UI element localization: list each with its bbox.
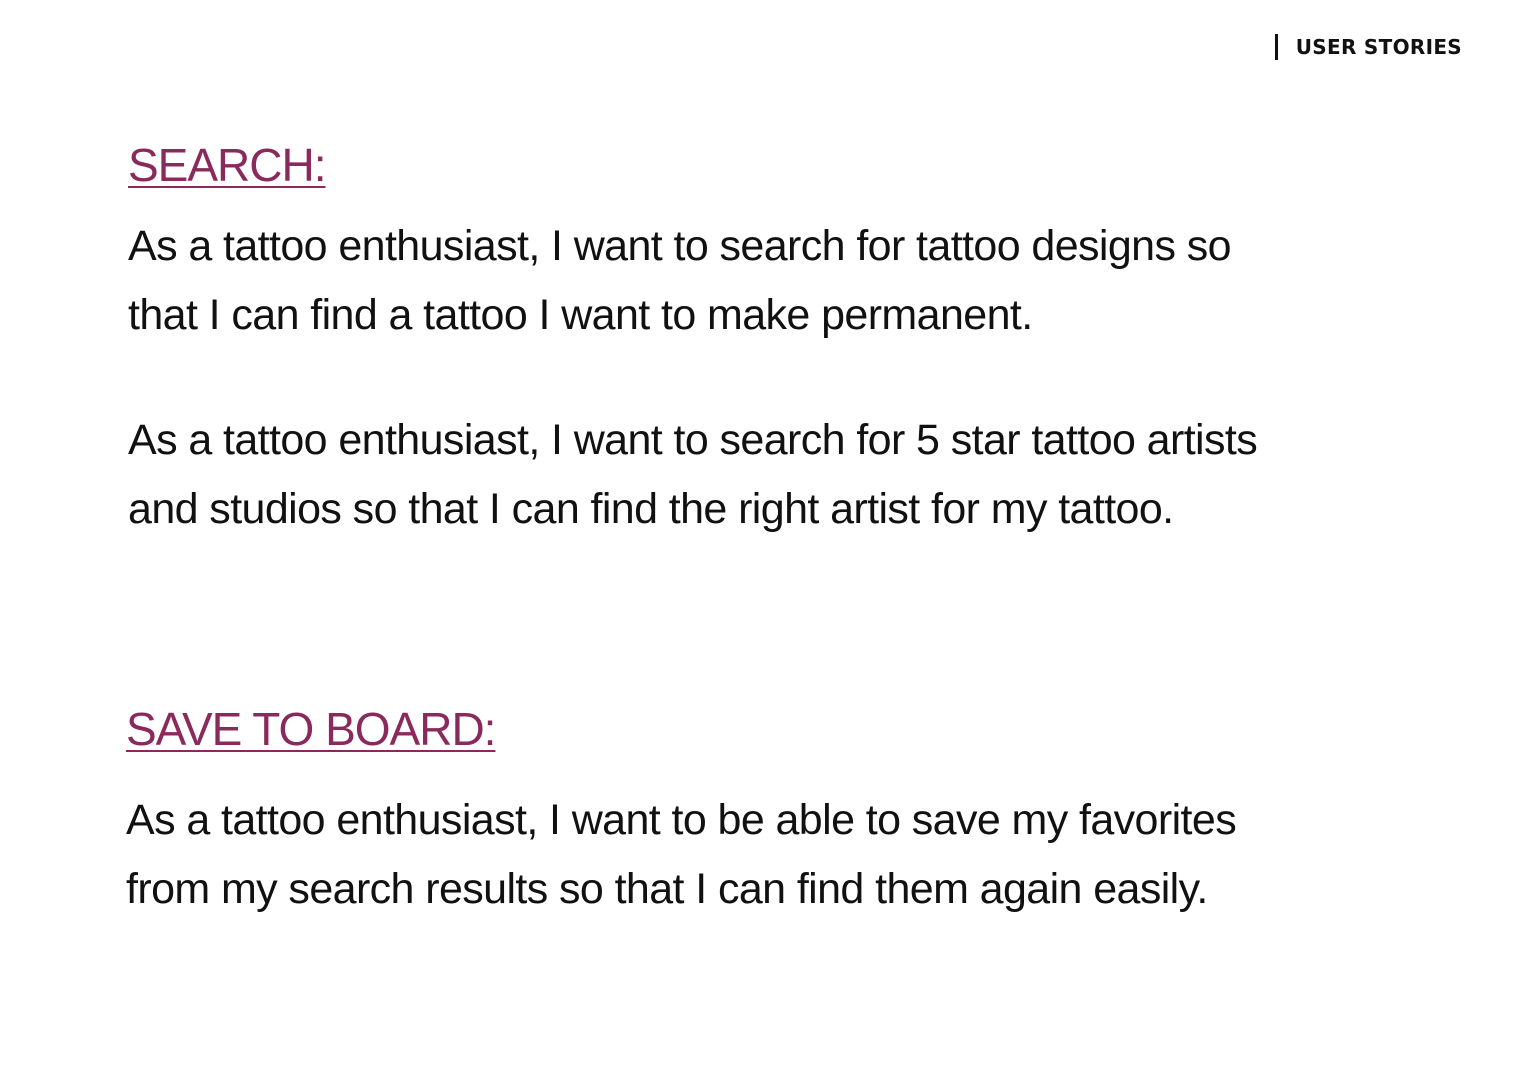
user-story-save-favorites: As a tattoo enthusiast, I want to be abl… [126,786,1426,924]
header-label: USER STORIES [1295,35,1462,59]
story-line: that I can find a tattoo I want to make … [128,291,1033,339]
story-line: and studios so that I can find the right… [128,485,1174,533]
user-story-search-designs: As a tattoo enthusiast, I want to search… [128,212,1428,350]
story-line: As a tattoo enthusiast, I want to search… [128,416,1258,464]
story-line: As a tattoo enthusiast, I want to be abl… [126,796,1237,844]
user-story-search-artists: As a tattoo enthusiast, I want to search… [128,406,1428,544]
story-line: from my search results so that I can fin… [126,865,1208,913]
story-line: As a tattoo enthusiast, I want to search… [128,222,1232,270]
section-heading-save-to-board: SAVE TO BOARD: [126,703,496,755]
section-heading-search: SEARCH: [128,139,326,191]
header-divider [1274,34,1278,60]
page-header: USER STORIES [1274,32,1462,62]
